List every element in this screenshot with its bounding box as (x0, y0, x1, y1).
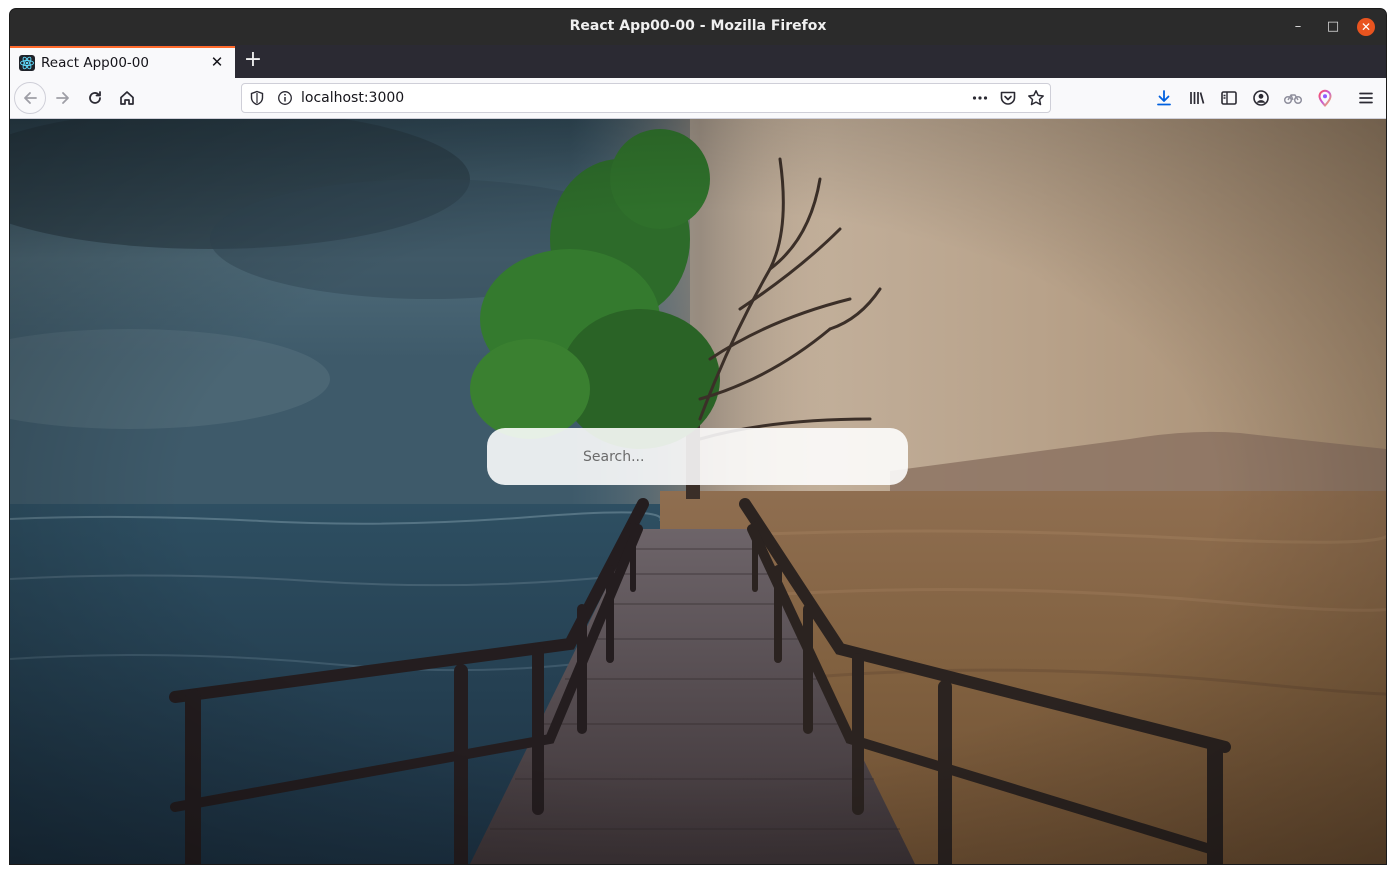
library-icon[interactable] (1187, 88, 1207, 108)
shield-icon[interactable] (247, 88, 267, 108)
info-icon[interactable] (275, 88, 295, 108)
location-pin-icon[interactable] (1315, 88, 1335, 108)
close-window-icon[interactable]: ✕ (1357, 18, 1375, 36)
react-icon (19, 55, 35, 71)
tab-react-app[interactable]: React App00-00 ✕ (10, 46, 235, 78)
bookmark-star-icon[interactable] (1026, 88, 1046, 108)
menu-icon[interactable] (1356, 88, 1376, 108)
title-bar: React App00-00 - Mozilla Firefox – □ ✕ (10, 9, 1386, 45)
forward-icon[interactable] (47, 82, 79, 114)
tab-bar: React App00-00 ✕ + (10, 45, 1386, 78)
tab-label: React App00-00 (41, 55, 149, 71)
browser-window: React App00-00 - Mozilla Firefox – □ ✕ R… (10, 9, 1386, 864)
account-icon[interactable] (1251, 88, 1271, 108)
back-icon[interactable] (14, 82, 46, 114)
home-icon[interactable] (111, 82, 143, 114)
download-icon[interactable] (1154, 88, 1174, 108)
search-input[interactable] (487, 428, 908, 485)
maximize-icon[interactable]: □ (1324, 18, 1342, 36)
close-tab-icon[interactable]: ✕ (208, 53, 226, 71)
background-image (10, 119, 1386, 864)
minimize-icon[interactable]: – (1289, 18, 1307, 36)
new-tab-icon[interactable]: + (242, 49, 264, 71)
pocket-icon[interactable] (998, 88, 1018, 108)
extension-icon[interactable] (1283, 88, 1303, 108)
window-title: React App00-00 - Mozilla Firefox (569, 18, 827, 34)
reload-icon[interactable] (79, 82, 111, 114)
url-text: localhost:3000 (301, 90, 405, 106)
address-bar[interactable]: localhost:3000 (241, 83, 1051, 113)
page-actions-icon[interactable] (970, 88, 990, 108)
page-content (10, 119, 1386, 864)
navigation-toolbar: localhost:3000 (10, 78, 1386, 119)
sidebar-icon[interactable] (1219, 88, 1239, 108)
